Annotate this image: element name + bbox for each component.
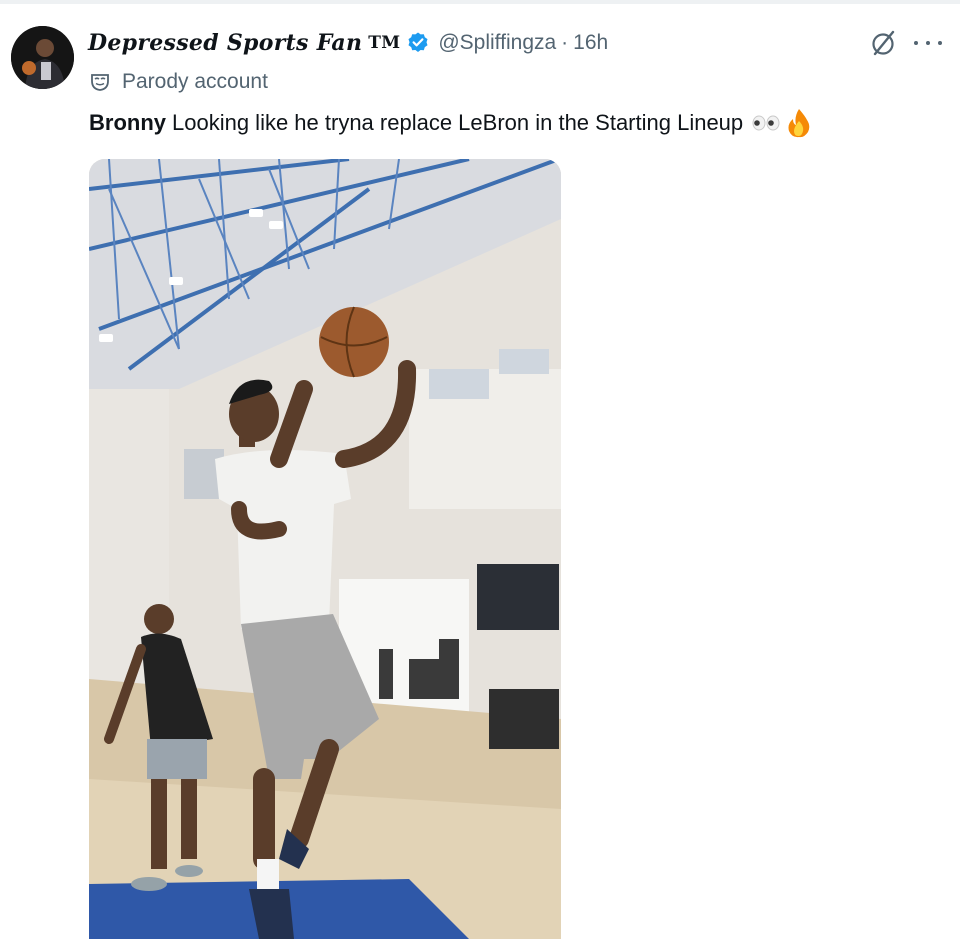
tweet-text-bold: Bronny xyxy=(89,110,166,135)
parody-label-row: Parody account xyxy=(90,67,268,97)
grok-icon[interactable] xyxy=(868,27,900,59)
tweet-text-body: Looking like he tryna replace LeBron in … xyxy=(172,110,744,135)
tweet-timestamp[interactable]: 16h xyxy=(573,31,608,55)
avatar[interactable] xyxy=(11,26,74,89)
more-options-icon[interactable] xyxy=(914,30,942,56)
eyes-emoji-icon xyxy=(751,115,781,131)
top-divider xyxy=(0,0,960,4)
fire-emoji-icon xyxy=(785,108,813,138)
author-row: Depressed Sports Fan TM @Spliffingza · 1… xyxy=(88,26,608,60)
trademark-symbol: TM xyxy=(368,33,401,53)
tweet-media-image[interactable] xyxy=(89,159,561,939)
parody-label: Parody account xyxy=(122,70,268,93)
parody-mask-icon xyxy=(90,72,110,92)
tweet-text: Bronny Looking like he tryna replace LeB… xyxy=(89,107,813,139)
separator-dot: · xyxy=(561,31,569,54)
author-handle[interactable]: @Spliffingza xyxy=(438,31,556,55)
verified-badge-icon xyxy=(406,31,430,55)
author-display-name[interactable]: Depressed Sports Fan xyxy=(88,30,362,56)
